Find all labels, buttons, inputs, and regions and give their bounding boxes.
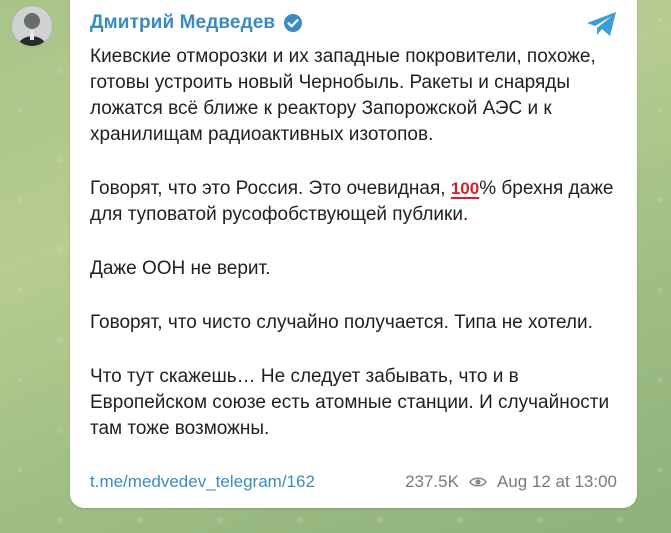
paragraph-5: Что тут скажешь… Не следует забывать, чт… [90,366,610,439]
telegram-share-icon[interactable] [585,10,619,38]
post-link[interactable]: t.me/medvedev_telegram/162 [90,472,315,492]
message-timestamp: Aug 12 at 13:00 [496,472,617,491]
avatar-image [12,6,52,46]
paragraph-2-text-a: Говорят, что это Россия. Это очевидная, [90,178,451,199]
message-text: Киевские отморозки и их западные покрови… [90,44,619,442]
verified-badge-icon [284,14,303,32]
message-meta: 237.5K Aug 12 at 13:00 [405,472,617,492]
view-count: 237.5K [405,472,459,491]
message-bubble: Дмитрий Медведев Киевские отморозки и их… [70,0,637,508]
message-footer: t.me/medvedev_telegram/162 237.5K Aug 12… [90,471,617,493]
channel-avatar[interactable] [12,6,52,46]
paragraph-3: Даже ООН не верит. [90,258,271,279]
paragraph-4: Говорят, что чисто случайно получается. … [90,312,593,333]
channel-name[interactable]: Дмитрий Медведев [90,12,275,34]
paragraph-1: Киевские отморозки и их западные покрови… [90,46,596,145]
paragraph-2: Говорят, что это Россия. Это очевидная, … [90,176,619,228]
eye-icon [469,477,487,487]
message-header: Дмитрий Медведев [90,12,303,34]
hundred-points-emoji: 100 [450,179,480,198]
